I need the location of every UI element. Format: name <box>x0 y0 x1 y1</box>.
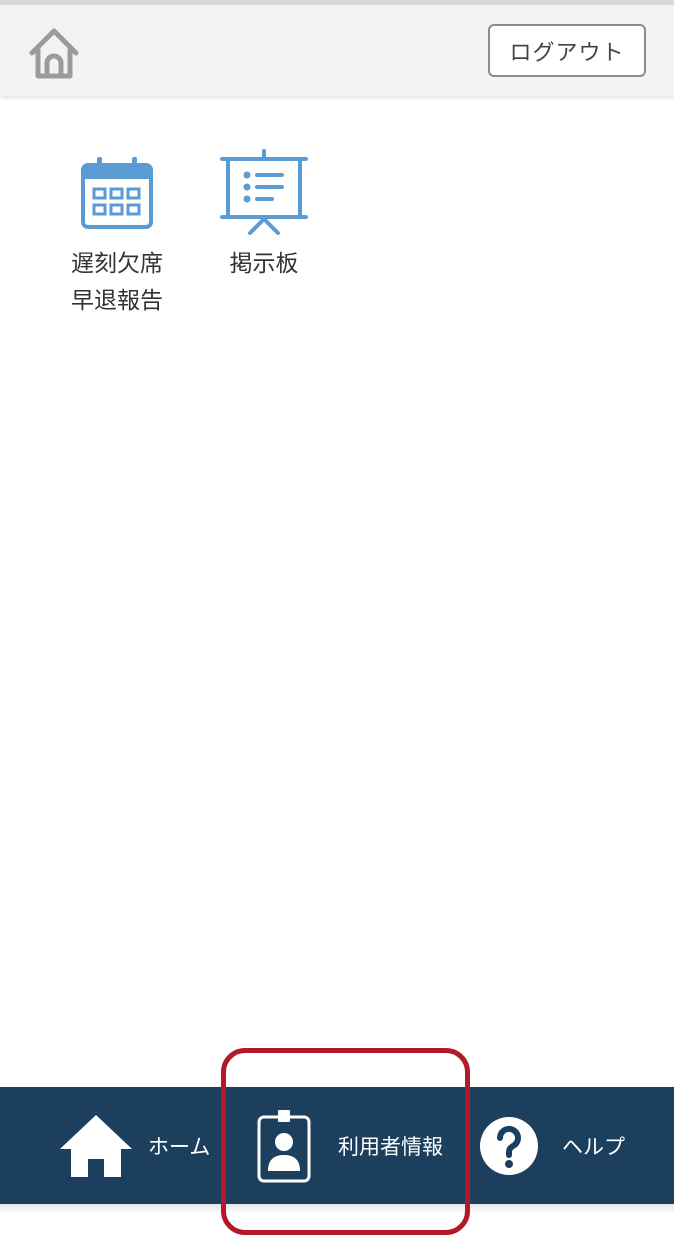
nav-item-label: ヘルプ <box>562 1134 625 1159</box>
menu-item-label: 遅刻欠席 早退報告 <box>71 251 163 314</box>
nav-item-help[interactable]: ヘルプ <box>478 1087 625 1204</box>
nav-shadow <box>0 1204 674 1214</box>
presentation-board-icon <box>219 148 309 238</box>
id-badge-icon <box>257 1109 311 1182</box>
help-circle-icon <box>480 1116 538 1175</box>
nav-item-label: 利用者情報 <box>338 1134 443 1159</box>
menu-item-attendance-report[interactable]: 遅刻欠席 早退報告 <box>62 148 172 320</box>
header-home-button[interactable] <box>24 23 84 83</box>
home-outline-icon <box>29 28 79 79</box>
nav-item-user-info[interactable]: 利用者情報 <box>256 1087 443 1204</box>
logout-button[interactable]: ログアウト <box>488 24 646 77</box>
nav-item-home[interactable]: ホーム <box>58 1087 210 1204</box>
bottom-navigation: ホーム 利用者情報 ヘルプ <box>0 1087 674 1204</box>
nav-item-label: ホーム <box>148 1134 211 1159</box>
home-filled-icon <box>60 1114 132 1177</box>
app-header: ログアウト <box>0 5 674 96</box>
menu-item-label: 掲示板 <box>229 251 299 277</box>
menu-item-bulletin-board[interactable]: 掲示板 <box>209 148 319 283</box>
calendar-icon <box>72 148 162 238</box>
